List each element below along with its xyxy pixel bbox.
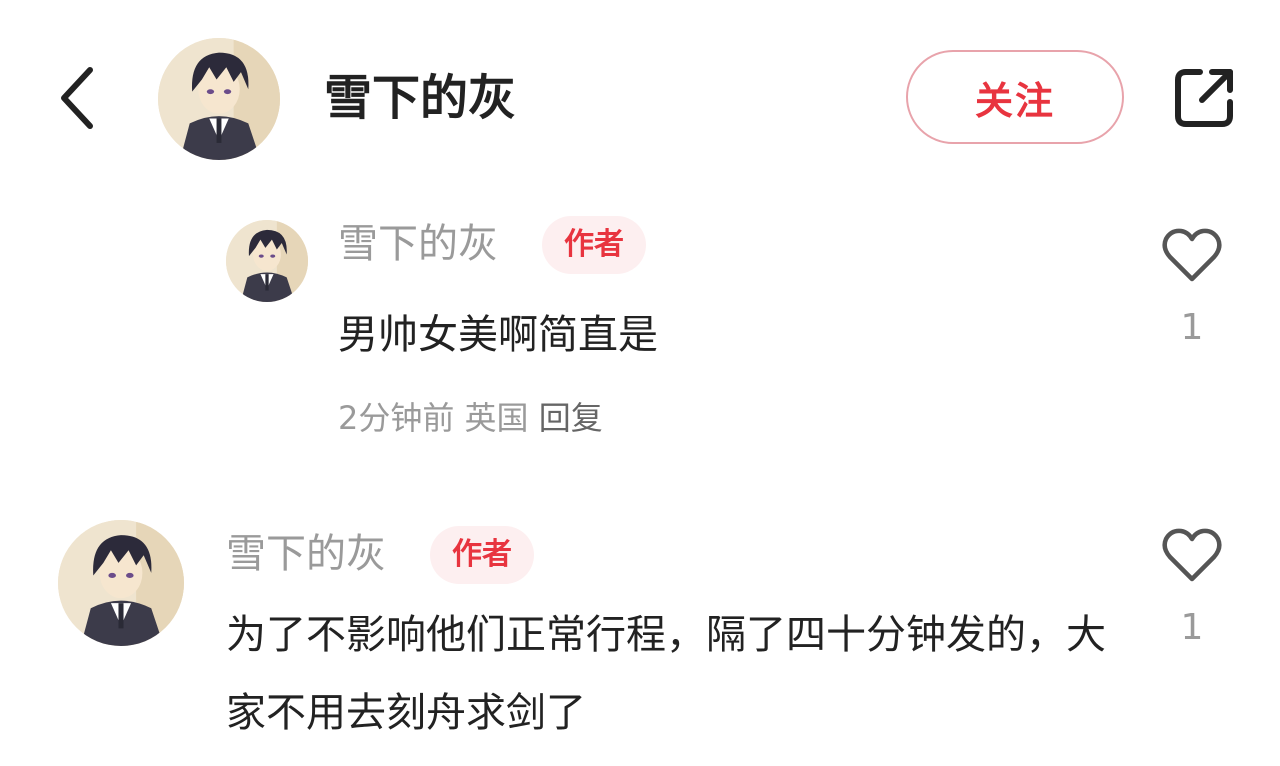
commenter-name[interactable]: 雪下的灰 xyxy=(226,526,386,582)
author-badge: 作者 xyxy=(542,216,646,274)
share-external-icon xyxy=(1175,69,1233,127)
top-level-comment: 雪下的灰 作者 为了不影响他们正常行程，隔了四十分钟发的，大家不用去刻舟求剑了 … xyxy=(58,518,1228,758)
commenter-avatar[interactable] xyxy=(58,520,184,646)
author-badge: 作者 xyxy=(430,526,534,584)
chevron-left-icon xyxy=(61,67,93,129)
reply-button[interactable]: 回复 xyxy=(539,399,603,437)
follow-button[interactable]: 关注 xyxy=(906,50,1124,144)
commenter-avatar[interactable] xyxy=(226,220,308,302)
share-button[interactable] xyxy=(1168,62,1240,134)
back-button[interactable] xyxy=(48,62,112,134)
avatar-image xyxy=(58,520,184,646)
comment-text[interactable]: 男帅女美啊简直是 xyxy=(338,296,1058,374)
like-button[interactable]: 1 xyxy=(1156,526,1228,650)
author-avatar[interactable] xyxy=(158,38,280,160)
avatar-image xyxy=(226,220,308,302)
reply-comment: 雪下的灰 作者 男帅女美啊简直是 2分钟前 英国 回复 1 xyxy=(226,216,1226,446)
like-count: 1 xyxy=(1180,607,1204,648)
heart-outline-icon xyxy=(1162,528,1222,582)
avatar-image xyxy=(158,38,280,160)
like-button[interactable]: 1 xyxy=(1156,226,1228,350)
comment-meta: 2分钟前 英国 回复 xyxy=(338,394,603,442)
heart-outline-icon xyxy=(1162,228,1222,282)
like-count: 1 xyxy=(1180,307,1204,348)
comment-time: 2分钟前 xyxy=(338,399,455,437)
author-name[interactable]: 雪下的灰 xyxy=(324,64,516,132)
comment-location: 英国 xyxy=(464,399,529,437)
comment-text[interactable]: 为了不影响他们正常行程，隔了四十分钟发的，大家不用去刻舟求剑了 xyxy=(226,596,1106,752)
top-bar: 雪下的灰 关注 xyxy=(0,0,1280,200)
comment-page: 雪下的灰 关注 雪下的灰 作者 男帅女美啊简直是 2分钟前 英国 回复 1 雪下… xyxy=(0,0,1280,766)
commenter-name[interactable]: 雪下的灰 xyxy=(338,216,498,272)
